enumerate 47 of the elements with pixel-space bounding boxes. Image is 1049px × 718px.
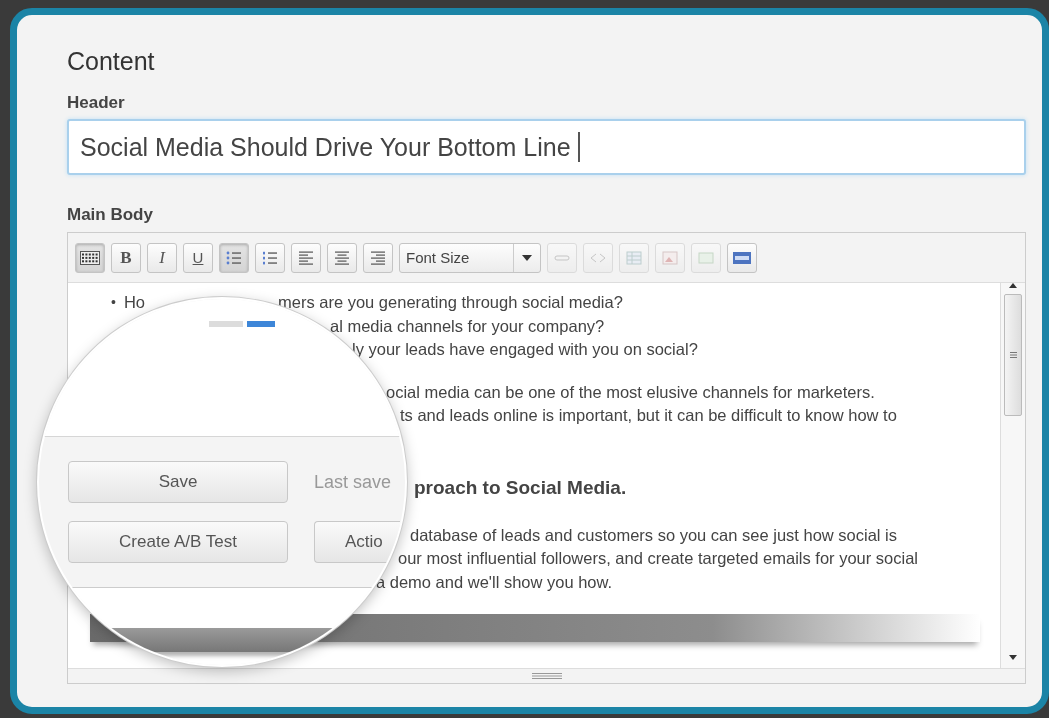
scroll-up-icon — [1009, 283, 1017, 288]
body-text: mers are you generating through social media? — [278, 292, 623, 313]
align-right-icon — [370, 250, 386, 265]
bulleted-list-icon — [226, 250, 242, 265]
body-text: ts and leads online is important, but it can be difficult to know how to — [400, 405, 897, 426]
header-label: Header — [67, 93, 126, 113]
numbers-button[interactable] — [255, 242, 285, 273]
mini-primary-button-drawing — [247, 321, 275, 327]
resize-grip-icon — [531, 673, 562, 679]
body-text: database of leads and customers so you can see just how social is — [410, 525, 898, 546]
text-fragment: Ho — [123, 292, 145, 313]
italic-button[interactable]: I — [147, 242, 177, 273]
panel-title: Content — [67, 47, 156, 76]
bullets-button[interactable] — [219, 242, 249, 273]
dropdown-caret-icon — [522, 254, 532, 261]
html-icon — [733, 251, 751, 264]
save-status: Last save — [314, 471, 392, 493]
scroll-down-icon — [1009, 655, 1017, 660]
align-center-icon — [334, 250, 350, 265]
create-ab-test-button[interactable]: Create A/B Test — [68, 521, 288, 563]
grip-icon — [1009, 352, 1017, 358]
scrollbar[interactable] — [1000, 283, 1025, 668]
bullet-mark: • — [111, 293, 116, 312]
underline-button[interactable]: U — [183, 242, 213, 273]
scroll-thumb[interactable] — [1004, 294, 1022, 416]
main-body-label: Main Body — [67, 205, 154, 225]
text-cursor — [577, 132, 580, 162]
header-input[interactable]: Social Media Should Drive Your Bottom Line — [67, 119, 1026, 175]
html-button[interactable] — [727, 242, 757, 273]
keyboard-button[interactable] — [75, 242, 105, 273]
align-left-icon — [298, 250, 314, 265]
alignright-button[interactable] — [363, 242, 393, 273]
mini-button-drawing — [209, 321, 243, 327]
numbered-list-icon — [262, 250, 278, 265]
keyboard-icon — [80, 250, 100, 265]
image-icon — [662, 250, 678, 265]
aligncenter-button[interactable] — [327, 242, 357, 273]
body-text: al media channels for your company? — [330, 316, 605, 337]
save-button[interactable]: Save — [68, 461, 288, 503]
body-heading: proach to Social Media. — [414, 476, 627, 499]
body-text: our most influential followers, and create targeted emails for your social — [398, 548, 918, 569]
bold-button[interactable]: B — [111, 242, 141, 273]
table-icon — [626, 250, 642, 265]
media-icon — [698, 250, 714, 265]
body-text: ocial media can be one of the most elusive channels for marketers. — [386, 382, 875, 403]
alignleft-button[interactable] — [291, 242, 321, 273]
font-size-select[interactable]: Font Size — [399, 242, 541, 273]
